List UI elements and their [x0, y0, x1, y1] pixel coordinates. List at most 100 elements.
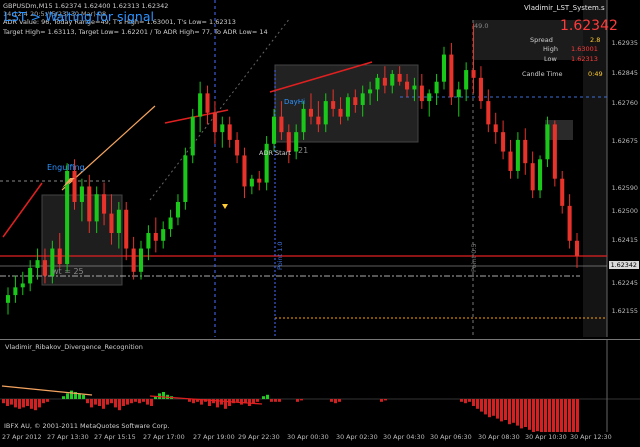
- indicator-subwindow[interactable]: Vladimir_Ribakov_Divergence_Recognition …: [0, 339, 640, 432]
- time-tick: 30 Apr 00:30: [287, 433, 329, 441]
- candle-body: [360, 93, 365, 105]
- candle-body: [560, 178, 565, 206]
- histogram-bar: [560, 399, 563, 432]
- count-21: 21: [298, 146, 309, 155]
- candle-body: [235, 139, 240, 156]
- candle-body: [175, 201, 180, 218]
- candle-body: [28, 267, 33, 284]
- histogram-bar: [270, 399, 273, 402]
- time-tick: 27 Apr 2012: [2, 433, 42, 441]
- divergence-line-orange: [1, 385, 93, 396]
- candle-body: [508, 151, 513, 171]
- current-price-tag: 1.62342: [608, 261, 639, 269]
- candle-body: [138, 248, 144, 272]
- candle-body: [42, 260, 47, 276]
- indicator-title: Vladimir_LST_System.s: [524, 4, 605, 12]
- candle-body: [523, 139, 528, 164]
- histogram-bar: [516, 399, 519, 426]
- price-label: 1.62675: [611, 137, 638, 145]
- histogram-bar: [146, 399, 149, 405]
- histogram-bar: [338, 399, 341, 402]
- histogram-bar: [38, 399, 41, 408]
- price-label: 1.62760: [611, 99, 638, 107]
- candle-body: [109, 213, 114, 234]
- candle-body: [271, 116, 277, 144]
- candle-body: [419, 85, 424, 102]
- candle-body: [331, 101, 336, 109]
- histogram-bar: [82, 394, 85, 399]
- price-label: 1.62245: [611, 279, 638, 287]
- histogram-bar: [278, 399, 281, 402]
- candle-body: [161, 229, 166, 241]
- main-chart-window[interactable]: GBPUSDm,M15 1.62374 1.62400 1.62313 1.62…: [0, 0, 640, 337]
- histogram-bar: [106, 399, 109, 405]
- candle-body: [102, 194, 107, 214]
- candle-body: [168, 217, 173, 230]
- price-label: 1.62590: [611, 184, 638, 192]
- candle-body: [353, 97, 358, 105]
- candle-body: [397, 73, 402, 82]
- candle-body: [441, 54, 447, 82]
- histogram-bar: [46, 399, 49, 402]
- candle-body: [382, 77, 387, 86]
- candle-body: [190, 116, 195, 156]
- time-tick: 27 Apr 19:00: [193, 433, 235, 441]
- candle-body: [227, 124, 232, 140]
- candle-body: [368, 89, 373, 94]
- histogram-bar: [138, 399, 141, 404]
- time-tick: 30 Apr 02:30: [336, 433, 378, 441]
- candle-body: [153, 233, 158, 241]
- vline1-label: Point 1.0: [276, 241, 284, 270]
- histogram-bar: [504, 399, 507, 420]
- candle-body: [456, 89, 461, 98]
- histogram-bar: [520, 399, 523, 429]
- histogram-bar: [532, 399, 535, 432]
- histogram-bar: [262, 396, 265, 399]
- histogram-bar: [472, 399, 475, 406]
- histogram-bar: [70, 390, 73, 399]
- histogram-bar: [62, 396, 65, 399]
- histogram-bar: [26, 399, 29, 406]
- histogram-bar: [334, 399, 337, 404]
- candle-body: [501, 132, 506, 152]
- candle-body: [434, 81, 439, 94]
- candle-body: [212, 112, 217, 133]
- histogram-bar: [556, 399, 559, 432]
- spread-label: Spread: [530, 36, 553, 44]
- low-value: 1.62313: [571, 55, 598, 63]
- candle-body: [345, 97, 350, 117]
- histogram-bar: [296, 399, 299, 402]
- wt-label: wt = 25: [52, 267, 84, 276]
- histogram-bar: [548, 399, 551, 432]
- candle-body: [338, 108, 343, 117]
- histogram-bar: [524, 399, 527, 427]
- histogram-bar: [568, 399, 571, 432]
- histogram-bar: [500, 399, 503, 422]
- histogram-bar: [130, 399, 133, 404]
- price-label: 1.62415: [611, 236, 638, 244]
- histogram-bar: [540, 399, 543, 432]
- histogram-bar: [114, 399, 117, 408]
- histogram-bar: [162, 392, 165, 399]
- histogram-bar: [224, 399, 227, 409]
- histogram-bar: [150, 399, 153, 406]
- candle-body: [574, 240, 580, 257]
- time-axis[interactable]: 27 Apr 2012 27 Apr 13:30 27 Apr 15:15 27 Ap…: [0, 431, 640, 447]
- histogram-bar: [476, 399, 479, 409]
- high-value: 1.63001: [571, 45, 598, 53]
- histogram-bar: [274, 399, 277, 402]
- candle-body: [390, 73, 395, 86]
- current-price-display: 1.62342: [560, 18, 618, 34]
- candle-body: [427, 93, 432, 102]
- candle-body: [242, 155, 247, 187]
- candle-body: [131, 248, 136, 272]
- histogram-bar: [122, 399, 125, 406]
- candle-body: [301, 108, 306, 133]
- candle-body: [545, 124, 550, 160]
- histogram-bar: [528, 399, 531, 430]
- candle-body: [57, 248, 62, 265]
- candle-body: [87, 186, 92, 222]
- candle-body: [316, 116, 321, 125]
- high-label: High: [543, 45, 558, 53]
- histogram-bar: [330, 399, 333, 402]
